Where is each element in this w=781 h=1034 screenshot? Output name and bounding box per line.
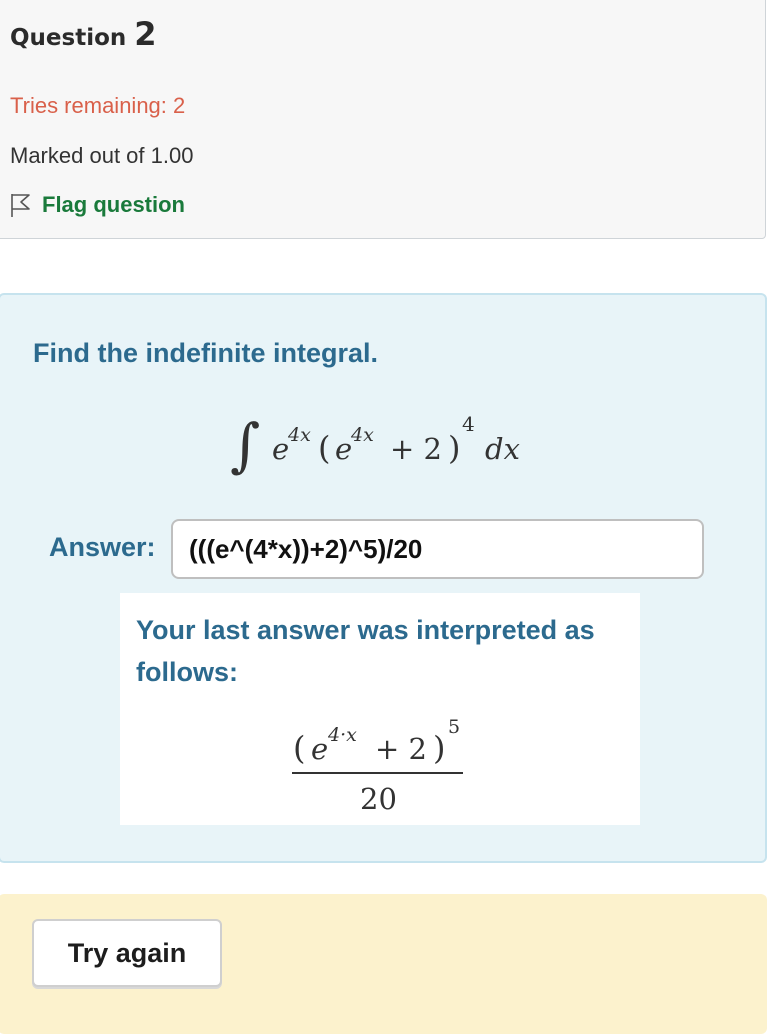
integrand-exponent: 4x (287, 424, 311, 446)
interp-open-paren: ( (293, 729, 305, 767)
integral-sign: ∫ (230, 411, 260, 479)
try-again-button[interactable]: Try again (32, 919, 222, 987)
interpreted-expression: ( e 4·x + 2 ) 5 20 (292, 716, 463, 816)
integral-expression: ∫ e 4x ( e 4x + 2 ) 4 dx (230, 411, 520, 479)
inner-base: e (335, 432, 352, 466)
inner-plus-two: + 2 (390, 432, 442, 466)
interp-base: e (311, 732, 328, 766)
question-title: Question 2 (10, 15, 157, 53)
marked-out-of: Marked out of 1.00 (10, 143, 194, 168)
answer-label: Answer: (49, 532, 156, 562)
answer-input[interactable] (171, 519, 704, 579)
differential: dx (485, 432, 520, 466)
interp-close-paren: ) (433, 729, 445, 767)
question-number: 2 (134, 15, 157, 53)
interp-exponent: 4·x (327, 724, 357, 746)
flag-question-link[interactable]: Flag question (10, 192, 185, 218)
question-prompt: Find the indefinite integral. (33, 338, 379, 368)
tries-remaining: Tries remaining: 2 (10, 93, 186, 118)
question-info-box: Question 2 Tries remaining: 2 Marked out… (0, 0, 766, 239)
inner-open-paren: ( (318, 429, 330, 467)
question-content-box: Find the indefinite integral. ∫ e 4x ( e… (0, 293, 767, 863)
action-area: Try again (0, 894, 767, 1034)
interp-plus-two: + 2 (375, 732, 427, 766)
interp-power: 5 (448, 716, 460, 738)
question-label: Question (10, 25, 127, 51)
inner-close-paren: ) (448, 429, 460, 467)
interp-denominator: 20 (360, 782, 397, 816)
inner-exponent: 4x (350, 424, 374, 446)
flag-question-label: Flag question (42, 192, 185, 217)
interpretation-text: Your last answer was interpreted as foll… (136, 615, 595, 687)
flag-outline-icon (11, 194, 30, 217)
outer-power: 4 (462, 412, 475, 436)
interpretation-box: Your last answer was interpreted as foll… (120, 593, 640, 825)
integrand-base: e (272, 432, 289, 466)
